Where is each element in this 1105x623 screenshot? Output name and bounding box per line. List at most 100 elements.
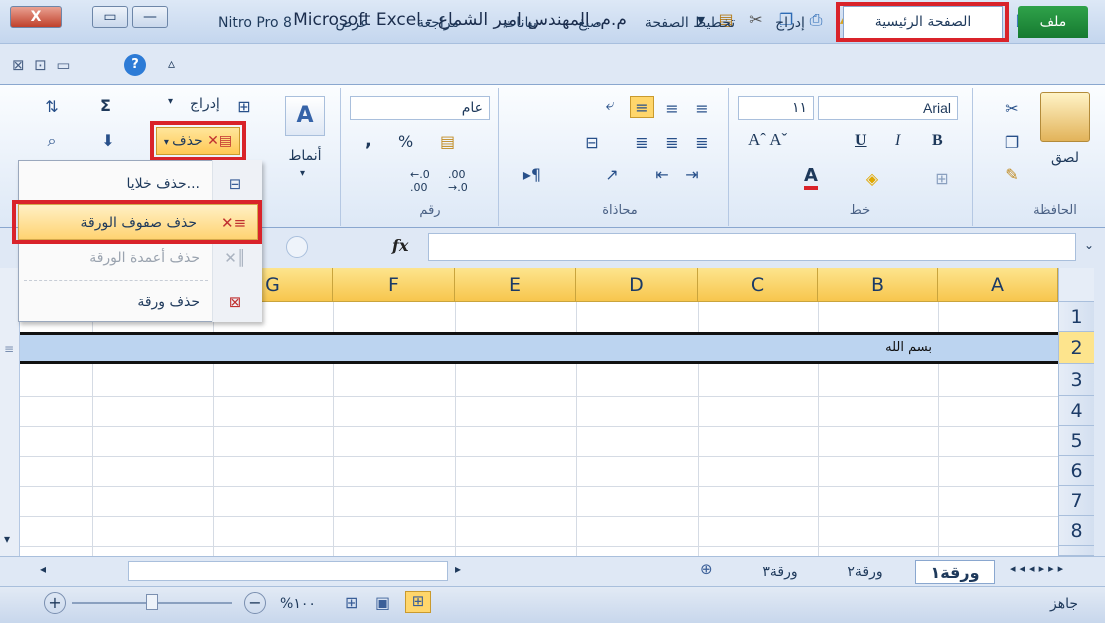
underline-button[interactable]: U	[855, 132, 867, 150]
number-format-select[interactable]: عام	[350, 96, 490, 120]
fill-color-icon[interactable]: ◈	[860, 168, 884, 190]
align-top-icon[interactable]: ≡	[690, 98, 714, 120]
cut-icon[interactable]: ✂	[1000, 98, 1024, 120]
column-header[interactable]: E	[455, 268, 576, 302]
align-right-icon[interactable]: ≣	[690, 132, 714, 154]
scroll-down-icon[interactable]: ▾	[4, 532, 10, 546]
insert-cells-icon[interactable]: ⊞	[232, 96, 256, 118]
paste-icon[interactable]	[1040, 92, 1090, 142]
menu-item-delete-cells[interactable]: حذف خلايا... ⊟	[20, 166, 260, 202]
tab-nitro[interactable]: Nitro Pro 8	[200, 9, 310, 37]
find-select-icon[interactable]: ⌕	[40, 130, 64, 152]
insert-function-button[interactable]: fx	[392, 236, 408, 255]
sheet-tab[interactable]: ورقة٣	[745, 560, 815, 584]
styles-label[interactable]: أنماط	[282, 148, 328, 164]
row-header[interactable]: 7	[1058, 486, 1094, 516]
sheet-tab-active[interactable]: ورقة١	[915, 560, 995, 584]
align-middle-icon[interactable]: ≡	[660, 98, 684, 120]
tab-insert[interactable]: إدراج	[760, 9, 820, 37]
zoom-slider-thumb[interactable]	[146, 594, 158, 610]
page-layout-view-icon[interactable]: ▣	[375, 593, 390, 612]
vertical-scrollbar[interactable]	[0, 268, 20, 556]
insert-dropdown-icon[interactable]: ▾	[168, 96, 173, 107]
decrease-decimal-button[interactable]: .00 →.0	[448, 168, 468, 194]
wrap-text-icon[interactable]: ⤶	[598, 94, 622, 116]
sheet-nav-icons[interactable]: ◂◂◂▸▸▸	[1010, 562, 1067, 575]
normal-view-icon[interactable]: ⊞	[405, 591, 431, 613]
minimize-button[interactable]: —	[132, 6, 168, 28]
orientation-icon[interactable]: ↗	[600, 164, 624, 186]
scroll-thumb-icon[interactable]: ≡	[4, 342, 14, 356]
column-header[interactable]: F	[333, 268, 455, 302]
column-header[interactable]: A	[938, 268, 1058, 302]
menu-item-delete-sheet-columns[interactable]: حذف أعمدة الورقة ✕║	[20, 240, 260, 276]
scroll-right-icon[interactable]: ▸	[455, 562, 461, 576]
row-header[interactable]: 8	[1058, 516, 1094, 546]
comma-button[interactable]: ,	[365, 130, 372, 151]
paste-label[interactable]: لصق	[1040, 150, 1090, 166]
column-header[interactable]: C	[698, 268, 818, 302]
tab-file[interactable]: ملف	[1018, 6, 1088, 38]
row-header-partial[interactable]	[1058, 546, 1094, 556]
tab-data[interactable]: بيانات	[490, 9, 550, 37]
column-header[interactable]: B	[818, 268, 938, 302]
styles-icon[interactable]: A	[285, 96, 325, 136]
help-icon[interactable]: ?	[124, 54, 146, 76]
rtl-icon[interactable]: ▸¶	[520, 164, 544, 186]
increase-decimal-button[interactable]: ←.0.00	[410, 168, 430, 194]
sort-filter-icon[interactable]: ⇅	[40, 96, 64, 118]
align-left-icon[interactable]: ≣	[630, 132, 654, 154]
tab-review[interactable]: مراجعة	[398, 9, 478, 37]
tab-page-layout[interactable]: تخطيط الصفحة	[635, 9, 745, 37]
percent-button[interactable]: %	[398, 132, 413, 151]
copy-icon[interactable]: ❐	[1000, 132, 1024, 154]
zoom-level[interactable]: %١٠٠	[280, 596, 316, 612]
formula-input[interactable]	[428, 233, 1076, 261]
merge-center-icon[interactable]: ⊟	[580, 132, 604, 154]
autosum-button[interactable]: Σ	[100, 96, 111, 115]
outdent-icon[interactable]: ⇤	[650, 164, 674, 186]
row-header[interactable]: 6	[1058, 456, 1094, 486]
insert-sheet-icon[interactable]: ⊕	[700, 560, 713, 578]
row-header-selected[interactable]: 2	[1058, 332, 1094, 364]
close-button[interactable]: X	[10, 6, 62, 28]
insert-cells-button[interactable]: إدراج	[190, 96, 220, 112]
menu-item-delete-sheet[interactable]: حذف ورقة ⊠	[20, 284, 260, 320]
ribbon-minimize-icon[interactable]: ▵	[168, 56, 175, 72]
row-header[interactable]: 5	[1058, 426, 1094, 456]
font-size-select[interactable]: ١١	[738, 96, 814, 120]
align-center-icon[interactable]: ≣	[660, 132, 684, 154]
row-header[interactable]: 1	[1058, 302, 1094, 332]
row-header[interactable]: 4	[1058, 396, 1094, 426]
indent-icon[interactable]: ⇥	[680, 164, 704, 186]
page-break-view-icon[interactable]: ⊞	[345, 593, 358, 612]
sheet-tab[interactable]: ورقة٢	[830, 560, 900, 584]
tab-view[interactable]: عرض	[322, 9, 382, 37]
tab-formulas[interactable]: صيغ	[565, 9, 615, 37]
horizontal-scrollbar[interactable]	[128, 561, 448, 581]
row-header[interactable]: 3	[1058, 364, 1094, 396]
align-bottom-icon[interactable]: ≡	[630, 96, 654, 118]
fill-icon[interactable]: ⬇	[96, 130, 120, 152]
clipboard-group-label: الحافظة	[1033, 203, 1077, 218]
font-grow-icon[interactable]: Aˆ Aˇ	[748, 130, 787, 150]
select-all-corner[interactable]	[1058, 268, 1094, 302]
zoom-in-button[interactable]: +	[44, 592, 66, 614]
styles-dropdown-icon[interactable]: ▾	[300, 168, 305, 179]
font-color-icon[interactable]: A	[804, 166, 818, 190]
restore-button[interactable]: ▭	[92, 6, 128, 28]
format-painter-icon[interactable]: ✎	[1000, 164, 1024, 186]
ribbon-tabs	[0, 44, 1105, 84]
scroll-left-icon[interactable]: ◂	[40, 562, 46, 576]
cell-b2[interactable]: بسم الله	[818, 336, 940, 360]
font-name-select[interactable]: Arial	[818, 96, 958, 120]
menu-item-label: حذف أعمدة الورقة	[89, 250, 200, 266]
currency-icon[interactable]: ▤	[440, 132, 455, 151]
column-header[interactable]: D	[576, 268, 698, 302]
borders-icon[interactable]: ⊞	[930, 168, 954, 190]
expand-formula-icon[interactable]: ⌄	[1084, 238, 1094, 252]
bold-button[interactable]: B	[932, 132, 943, 150]
name-box-button[interactable]	[286, 236, 308, 258]
italic-button[interactable]: I	[895, 132, 900, 150]
zoom-out-button[interactable]: −	[244, 592, 266, 614]
